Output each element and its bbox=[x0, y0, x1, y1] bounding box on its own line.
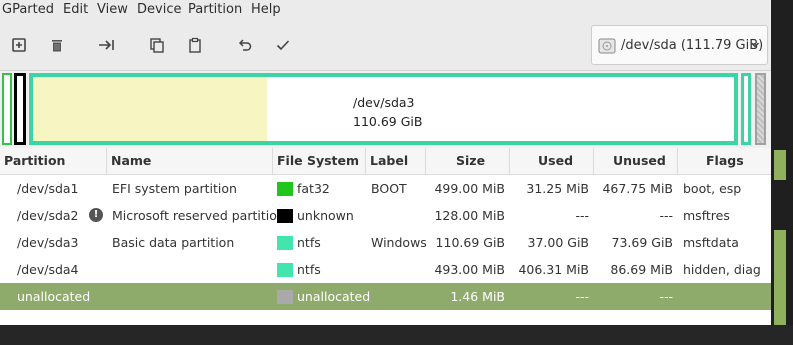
menubar: GParted Edit View Device Partition Help bbox=[0, 0, 771, 20]
cell-size: 128.00 MiB bbox=[434, 208, 505, 223]
undo-button[interactable] bbox=[234, 34, 256, 56]
partition-table: Partition Name File System Label Size Us… bbox=[0, 148, 771, 325]
cell-partition: /dev/sda4 bbox=[17, 262, 79, 277]
cell-filesystem: fat32 bbox=[297, 181, 330, 196]
cell-filesystem: unallocated bbox=[297, 289, 371, 304]
harddisk-icon bbox=[598, 38, 616, 54]
undo-icon bbox=[238, 39, 252, 51]
column-header-unused[interactable]: Unused bbox=[594, 148, 678, 174]
desktop-green-accent bbox=[774, 230, 786, 325]
cell-partition: /dev/sda3 bbox=[17, 235, 79, 250]
cell-size: 110.69 GiB bbox=[435, 235, 505, 250]
delete-icon bbox=[52, 40, 62, 52]
menu-edit[interactable]: Edit bbox=[63, 2, 88, 17]
filesystem-color-swatch bbox=[277, 209, 293, 223]
filesystem-color-swatch bbox=[277, 290, 293, 304]
table-row[interactable]: /dev/sda3 Basic data partition ntfs Wind… bbox=[0, 229, 771, 256]
column-header-used[interactable]: Used bbox=[510, 148, 594, 174]
cell-filesystem: unknown bbox=[297, 208, 354, 223]
used-space-fill bbox=[33, 77, 268, 141]
column-header-name[interactable]: Name bbox=[107, 148, 273, 174]
column-header-partition[interactable]: Partition bbox=[0, 148, 107, 174]
unallocated-block[interactable] bbox=[755, 73, 766, 145]
cell-name: Basic data partition bbox=[112, 235, 235, 250]
partition-block-sda2[interactable] bbox=[14, 73, 26, 145]
resize-move-icon bbox=[99, 40, 114, 50]
cell-flags: boot, esp bbox=[683, 181, 742, 196]
cell-partition: /dev/sda2 bbox=[17, 208, 79, 223]
filesystem-color-swatch bbox=[277, 236, 293, 250]
new-partition-icon bbox=[12, 38, 26, 52]
cell-name: EFI system partition bbox=[112, 181, 237, 196]
delete-partition-button[interactable] bbox=[46, 34, 68, 56]
cell-name: Microsoft reserved partition bbox=[112, 208, 285, 223]
cell-unused: 467.75 MiB bbox=[602, 181, 673, 196]
device-selector[interactable]: /dev/sda (111.79 GiB) bbox=[591, 25, 768, 65]
menu-partition[interactable]: Partition bbox=[188, 2, 242, 17]
partition-block-sda4[interactable] bbox=[741, 73, 751, 145]
desktop-green-accent bbox=[774, 150, 786, 180]
cell-partition: unallocated bbox=[17, 289, 91, 304]
cell-flags: msftres bbox=[683, 208, 730, 223]
copy-icon bbox=[150, 38, 164, 53]
filesystem-color-swatch bbox=[277, 263, 293, 277]
gparted-window: GParted Edit View Device Partition Help bbox=[0, 0, 771, 325]
cell-filesystem: ntfs bbox=[297, 262, 321, 277]
cell-used: --- bbox=[575, 208, 589, 223]
table-header: Partition Name File System Label Size Us… bbox=[0, 148, 771, 175]
apply-icon bbox=[276, 40, 290, 51]
column-header-file-system[interactable]: File System bbox=[273, 148, 366, 174]
cell-flags: hidden, diag bbox=[683, 262, 761, 277]
partition-map: /dev/sda3 110.69 GiB bbox=[0, 71, 771, 147]
cell-size: 493.00 MiB bbox=[434, 262, 505, 277]
resize-move-button[interactable] bbox=[96, 34, 118, 56]
cell-used: 406.31 MiB bbox=[518, 262, 589, 277]
cell-used: --- bbox=[575, 289, 589, 304]
cell-size: 499.00 MiB bbox=[434, 181, 505, 196]
cell-used: 31.25 MiB bbox=[526, 181, 589, 196]
table-row[interactable]: /dev/sda1 EFI system partition fat32 BOO… bbox=[0, 175, 771, 202]
menu-view[interactable]: View bbox=[97, 2, 128, 17]
column-header-flags[interactable]: Flags bbox=[678, 148, 771, 174]
cell-unused: 73.69 GiB bbox=[611, 235, 674, 250]
partition-block-name: /dev/sda3 bbox=[353, 95, 415, 110]
partition-block-sda1[interactable] bbox=[2, 73, 12, 145]
chevron-down-icon bbox=[750, 42, 760, 48]
column-header-size[interactable]: Size bbox=[426, 148, 510, 174]
filesystem-color-swatch bbox=[277, 182, 293, 196]
desktop-bottom-strip bbox=[0, 325, 793, 345]
menu-gparted[interactable]: GParted bbox=[2, 2, 54, 17]
table-row[interactable]: /dev/sda4 ntfs 493.00 MiB 406.31 MiB 86.… bbox=[0, 256, 771, 283]
paste-button[interactable] bbox=[184, 34, 206, 56]
cell-used: 37.00 GiB bbox=[527, 235, 590, 250]
warning-icon: ! bbox=[89, 208, 103, 222]
cell-partition: /dev/sda1 bbox=[17, 181, 79, 196]
partition-block-size: 110.69 GiB bbox=[353, 114, 423, 129]
cell-flags: msftdata bbox=[683, 235, 739, 250]
partition-block-sda3[interactable]: /dev/sda3 110.69 GiB bbox=[29, 73, 738, 145]
device-selector-label: /dev/sda (111.79 GiB) bbox=[621, 38, 764, 53]
cell-unused: --- bbox=[659, 208, 673, 223]
cell-size: 1.46 MiB bbox=[450, 289, 505, 304]
table-row[interactable]: /dev/sda2 ! Microsoft reserved partition… bbox=[0, 202, 771, 229]
cell-filesystem: ntfs bbox=[297, 235, 321, 250]
cell-label: Windows bbox=[371, 235, 427, 250]
copy-button[interactable] bbox=[146, 34, 168, 56]
new-partition-button[interactable] bbox=[8, 34, 30, 56]
table-row-selected[interactable]: unallocated unallocated 1.46 MiB --- --- bbox=[0, 283, 771, 310]
cell-unused: 86.69 MiB bbox=[610, 262, 673, 277]
cell-label: BOOT bbox=[371, 181, 407, 196]
apply-button[interactable] bbox=[272, 34, 294, 56]
cell-unused: --- bbox=[659, 289, 673, 304]
menu-device[interactable]: Device bbox=[137, 2, 181, 17]
menu-help[interactable]: Help bbox=[251, 2, 281, 17]
column-header-label[interactable]: Label bbox=[366, 148, 426, 174]
paste-icon bbox=[189, 37, 201, 53]
